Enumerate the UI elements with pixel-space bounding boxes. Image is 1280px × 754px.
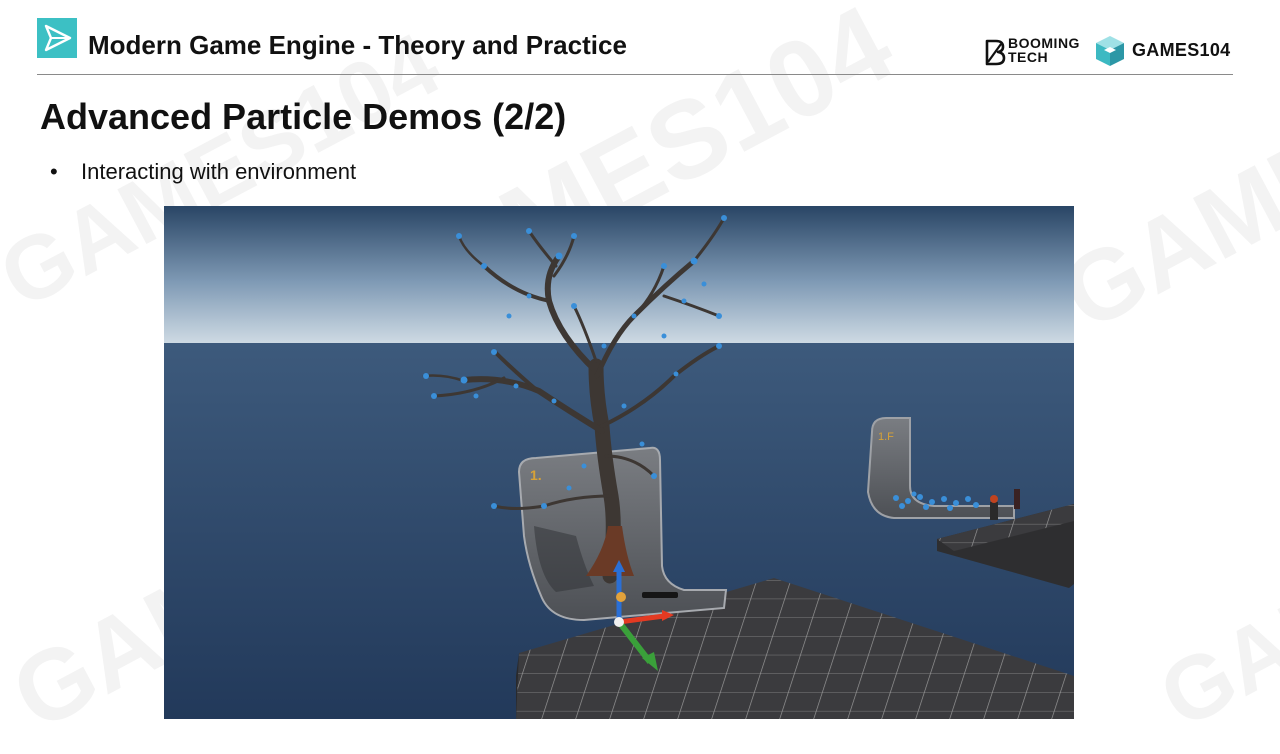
slide-title: Advanced Particle Demos (2/2) bbox=[40, 96, 567, 137]
brand-games-text: GAMES104 bbox=[1132, 40, 1231, 60]
watermark: GAMES104 bbox=[1144, 434, 1280, 748]
panel-label-right: 1.F bbox=[878, 431, 894, 443]
brand-booming-line1: BOOMING bbox=[1008, 35, 1080, 51]
header-divider bbox=[37, 74, 1233, 75]
brand-booming-line2: TECH bbox=[1008, 49, 1049, 65]
booming-tech-logo: BOOMING TECH bbox=[984, 36, 1084, 68]
header-title: Modern Game Engine - Theory and Practice bbox=[88, 30, 627, 60]
bullet-dot: • bbox=[50, 159, 58, 184]
booming-mark-icon bbox=[985, 39, 1006, 66]
games104-logo: GAMES104 bbox=[1094, 34, 1234, 68]
sky bbox=[164, 206, 1074, 344]
panel-label-left: 1. bbox=[530, 467, 542, 483]
course-logo-icon bbox=[37, 18, 77, 58]
particle-demo-viewport: 1.F 1. bbox=[164, 206, 1074, 719]
bullet-text: Interacting with environment bbox=[81, 159, 357, 184]
cube-icon bbox=[1096, 36, 1124, 66]
bullet-item: • Interacting with environment bbox=[50, 159, 356, 185]
